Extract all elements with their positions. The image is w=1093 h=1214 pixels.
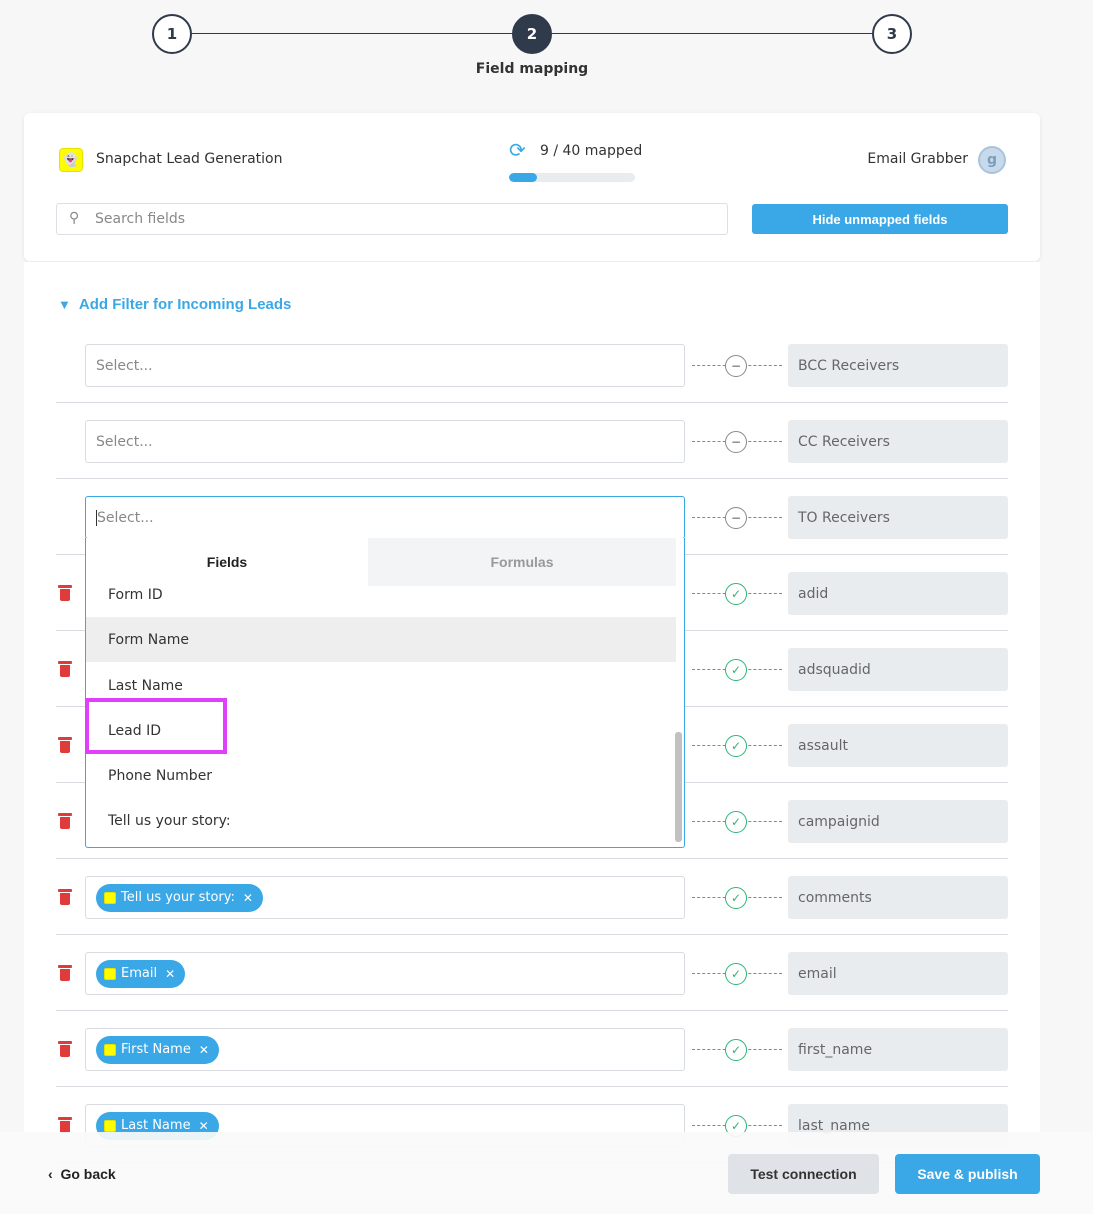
footer-bar: ‹ Go back Test connection Save & publish: [0, 1132, 1093, 1214]
email-grabber-logo-icon: g: [978, 146, 1006, 174]
snapchat-logo-icon: [104, 1043, 116, 1056]
mapping-row: First Name ✕ ✓ first_name: [56, 1011, 1008, 1087]
search-icon: ⚲: [69, 210, 80, 226]
dropdown-scrollbar-thumb[interactable]: [675, 732, 682, 842]
search-fields-box: ⚲: [56, 203, 728, 235]
mapped-count: 9 / 40 mapped: [540, 143, 643, 159]
mapping-row: Select... − BCC Receivers: [56, 327, 1008, 403]
unmapped-minus-icon: −: [725, 431, 747, 453]
mapped-field-chip[interactable]: Email ✕: [96, 959, 186, 988]
source-field-select[interactable]: Select...: [85, 420, 685, 463]
destination-field: assault: [788, 724, 1008, 767]
trash-icon[interactable]: [58, 813, 72, 829]
destination-field: email: [788, 952, 1008, 995]
mapped-check-icon: ✓: [725, 811, 747, 833]
step-2[interactable]: 2: [512, 14, 552, 54]
select-placeholder: Select...: [96, 509, 154, 526]
destination-field: comments: [788, 876, 1008, 919]
dropdown-scrollbar[interactable]: [675, 538, 682, 846]
destination-field: first_name: [788, 1028, 1008, 1071]
destination-field: campaignid: [788, 800, 1008, 843]
chevron-left-icon: ‹: [48, 1166, 53, 1182]
trash-icon[interactable]: [58, 1117, 72, 1133]
remove-chip-icon[interactable]: ✕: [199, 1043, 209, 1057]
chip-label: Tell us your story:: [121, 890, 235, 905]
source-app-name: Snapchat Lead Generation: [96, 151, 283, 167]
source-field-select[interactable]: Email ✕: [85, 952, 685, 995]
mapped-check-icon: ✓: [725, 735, 747, 757]
trash-icon[interactable]: [58, 585, 72, 601]
dropdown-item[interactable]: Phone Number: [86, 753, 676, 798]
mapping-row: Select... − CC Receivers: [56, 403, 1008, 479]
chip-label: First Name: [121, 1042, 191, 1057]
remove-chip-icon[interactable]: ✕: [243, 891, 253, 905]
mapped-field-chip[interactable]: First Name ✕: [96, 1035, 219, 1064]
snapchat-logo-icon: [104, 1119, 116, 1132]
refresh-icon[interactable]: ⟳: [509, 138, 526, 162]
filter-funnel-icon: ▼: [58, 297, 71, 312]
mapped-check-icon: ✓: [725, 963, 747, 985]
unmapped-minus-icon: −: [725, 507, 747, 529]
select-placeholder: Select...: [96, 433, 153, 450]
step-3[interactable]: 3: [872, 14, 912, 54]
step-1[interactable]: 1: [152, 14, 192, 54]
mapped-check-icon: ✓: [725, 1039, 747, 1061]
mapping-row: Email ✕ ✓ email: [56, 935, 1008, 1011]
search-fields-input[interactable]: [95, 204, 715, 234]
go-back-link[interactable]: ‹ Go back: [48, 1166, 116, 1182]
test-connection-button[interactable]: Test connection: [728, 1154, 879, 1194]
snapchat-logo-icon: [104, 891, 116, 904]
save-publish-button[interactable]: Save & publish: [895, 1154, 1040, 1194]
source-field-select[interactable]: Select...: [85, 496, 685, 539]
destination-field: adsquadid: [788, 648, 1008, 691]
step-label: Field mapping: [475, 61, 589, 77]
remove-chip-icon[interactable]: ✕: [199, 1119, 209, 1133]
source-field-select[interactable]: First Name ✕: [85, 1028, 685, 1071]
trash-icon[interactable]: [58, 737, 72, 753]
go-back-label: Go back: [60, 1166, 116, 1182]
hide-unmapped-button[interactable]: Hide unmapped fields: [752, 204, 1008, 234]
destination-field: TO Receivers: [788, 496, 1008, 539]
source-field-select[interactable]: Tell us your story: ✕: [85, 876, 685, 919]
field-select-dropdown: Fields Formulas Form ID Form Name Last N…: [85, 538, 685, 848]
mapped-progress-bar: [509, 173, 635, 182]
add-filter-link[interactable]: ▼ Add Filter for Incoming Leads: [58, 296, 291, 313]
destination-field: adid: [788, 572, 1008, 615]
trash-icon[interactable]: [58, 965, 72, 981]
mapped-check-icon: ✓: [725, 887, 747, 909]
select-placeholder: Select...: [96, 357, 153, 374]
trash-icon[interactable]: [58, 1041, 72, 1057]
destination-field: CC Receivers: [788, 420, 1008, 463]
destination-app-name: Email Grabber: [867, 151, 968, 167]
snapchat-logo-icon: 👻: [59, 148, 83, 172]
mapped-progress-fill: [509, 173, 538, 182]
source-field-select[interactable]: Select...: [85, 344, 685, 387]
trash-icon[interactable]: [58, 661, 72, 677]
trash-icon[interactable]: [58, 889, 72, 905]
lead-id-highlight: [85, 698, 227, 754]
snapchat-logo-icon: [104, 967, 116, 980]
remove-chip-icon[interactable]: ✕: [165, 967, 175, 981]
chip-label: Last Name: [121, 1118, 191, 1133]
mapped-field-chip[interactable]: Tell us your story: ✕: [96, 883, 263, 912]
step-connector: [552, 33, 872, 34]
chip-label: Email: [121, 966, 158, 981]
mapping-row: Tell us your story: ✕ ✓ comments: [56, 859, 1008, 935]
dropdown-item[interactable]: Tell us your story:: [86, 798, 676, 843]
step-connector: [192, 33, 512, 34]
add-filter-label: Add Filter for Incoming Leads: [78, 296, 292, 313]
mapping-header-card: 👻 Snapchat Lead Generation ⟳ 9 / 40 mapp…: [24, 113, 1040, 261]
mapped-check-icon: ✓: [725, 659, 747, 681]
unmapped-minus-icon: −: [725, 355, 747, 377]
dropdown-item[interactable]: Form Name: [86, 617, 676, 662]
dropdown-item[interactable]: Form ID: [86, 572, 676, 617]
stepper: 1 2 3 Field mapping: [152, 14, 912, 84]
mapped-check-icon: ✓: [725, 583, 747, 605]
destination-field: BCC Receivers: [788, 344, 1008, 387]
